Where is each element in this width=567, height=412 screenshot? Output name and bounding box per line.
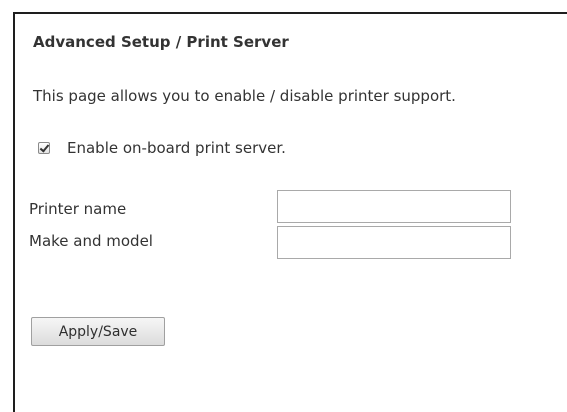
printer-name-input[interactable]	[277, 190, 511, 223]
apply-save-button[interactable]: Apply/Save	[31, 317, 165, 346]
page-description: This page allows you to enable / disable…	[33, 87, 456, 105]
make-and-model-input[interactable]	[277, 226, 511, 259]
page-title: Advanced Setup / Print Server	[33, 33, 289, 51]
printer-name-label: Printer name	[29, 200, 127, 218]
enable-print-server-row[interactable]: Enable on-board print server.	[38, 138, 286, 158]
enable-print-server-label: Enable on-board print server.	[67, 139, 286, 157]
make-and-model-label: Make and model	[29, 232, 153, 250]
enable-print-server-checkbox[interactable]	[38, 142, 50, 154]
